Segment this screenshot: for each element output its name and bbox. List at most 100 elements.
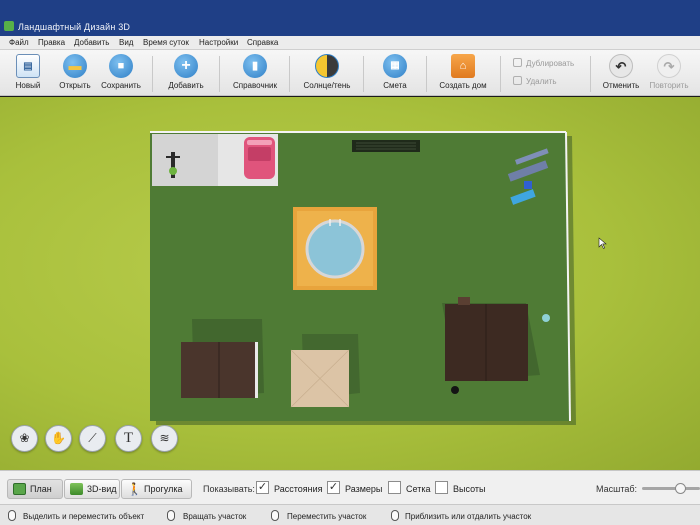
ruler-icon: ⟋ [88,431,97,445]
tab-3d-view[interactable]: 3D-вид [64,479,120,499]
mouse-right-icon [167,510,175,521]
open-button[interactable]: ▬ Открыть [56,54,94,94]
main-toolbar: ▤ Новый ▬ Открыть ■ Сохранить + Добавить… [0,50,700,96]
toolbar-separator [289,56,290,92]
plan-canvas[interactable]: ❀ ✋ ⟋ T ≋ [0,97,700,470]
chimney [458,297,470,305]
redo-icon: ↷ [657,54,681,78]
menu-settings[interactable]: Настройки [199,38,238,47]
bottom-bar: План 3D-вид 🚶 Прогулка Показывать: ✓ Рас… [0,470,700,504]
menu-bar: Файл Правка Добавить Вид Время суток Нас… [0,36,700,50]
document-icon: ▤ [16,54,40,78]
estimate-button-label: Смета [383,81,407,90]
objects-tool-button[interactable]: ❀ [11,425,38,452]
birdbath[interactable] [542,314,550,322]
menu-add[interactable]: Добавить [74,38,109,47]
undo-icon: ↶ [609,54,633,78]
bench-object[interactable] [352,140,420,152]
zoom-slider-track[interactable] [642,487,700,490]
ruler-tool-button[interactable]: ⟋ [79,425,106,452]
trash-icon [513,76,522,85]
status-bar: Выделить и переместить объект Вращать уч… [0,504,700,525]
plan-icon [13,483,26,495]
add-button-label: Добавить [168,81,204,90]
duplicate-button[interactable]: Дублировать [513,58,574,68]
new-button-label: Новый [15,81,41,90]
text-tool-button[interactable]: T [115,425,142,452]
shed-left-edge [255,342,258,398]
undo-button-label: Отменить [602,81,640,90]
hand-tool-button[interactable]: ✋ [45,425,72,452]
status-zoom: Приблизить или отдалить участок [405,512,532,521]
undo-button[interactable]: ↶ Отменить [600,54,642,94]
estimate-button[interactable]: ▦ Смета [378,54,412,94]
plus-icon: + [174,54,198,78]
grid-checkbox[interactable] [388,481,401,494]
mouse-cursor [598,237,607,249]
pool[interactable] [305,219,365,279]
dimensions-label: Размеры [345,484,383,494]
status-rotate: Вращать участок [183,512,247,521]
toolbar-separator [219,56,220,92]
duplicate-label: Дублировать [526,59,575,68]
toolbar-separator [363,56,364,92]
sun-shadow-button[interactable]: Солнце/тень [299,54,355,94]
calculator-icon: ▦ [383,54,407,78]
toolbar-separator [152,56,153,92]
sun-shadow-button-label: Солнце/тень [303,81,351,90]
walking-person-icon: 🚶 [127,482,142,496]
menu-view[interactable]: Вид [119,38,133,47]
mouse-middle-icon [271,510,279,521]
tab-walk[interactable]: 🚶 Прогулка [121,479,192,499]
tab-plan[interactable]: План [7,479,63,499]
menu-help[interactable]: Справка [247,38,278,47]
car-object[interactable] [244,137,275,179]
zoom-label: Масштаб: [596,484,638,494]
terrain-icon: ≋ [159,431,170,445]
tab-plan-label: План [30,484,52,494]
layers-icon: ❀ [19,431,30,445]
window-titlebar: Ландшафтный Дизайн 3D [0,0,700,36]
window-title: Ландшафтный Дизайн 3D [18,22,131,32]
tab-3d-view-label: 3D-вид [87,484,117,494]
new-button[interactable]: ▤ Новый [10,54,46,94]
delete-label: Удалить [526,77,557,86]
book-icon: ▮ [243,54,267,78]
mouse-left-icon [8,510,16,521]
dimensions-checkbox[interactable]: ✓ [327,481,340,494]
save-button[interactable]: ■ Сохранить [100,54,142,94]
reference-button[interactable]: ▮ Справочник [230,54,280,94]
distances-checkbox[interactable]: ✓ [256,481,269,494]
menu-edit[interactable]: Правка [38,38,65,47]
terrain-tool-button[interactable]: ≋ [151,425,178,452]
zoom-slider-handle[interactable] [675,483,686,494]
open-button-label: Открыть [59,81,91,90]
redo-button[interactable]: ↷ Повторить [646,54,692,94]
text-icon: T [123,430,134,446]
sun-moon-icon [315,54,339,78]
toolbar-separator [590,56,591,92]
app-icon [4,21,14,31]
delete-button[interactable]: Удалить [513,76,557,86]
menu-file[interactable]: Файл [9,38,29,47]
add-button[interactable]: + Добавить [166,54,206,94]
grass-3d-icon [70,483,83,495]
distances-label: Расстояния [274,484,323,494]
toolbar-separator [500,56,501,92]
create-house-button[interactable]: ⌂ Создать дом [436,54,490,94]
folder-icon: ▬ [63,54,87,78]
mouse-wheel-icon [391,510,399,521]
status-move: Переместить участок [287,512,367,521]
hand-icon: ✋ [51,431,66,445]
lamp-post[interactable] [451,386,459,394]
menu-time-of-day[interactable]: Время суток [143,38,189,47]
house-icon: ⌂ [451,54,475,78]
floppy-icon: ■ [109,54,133,78]
save-button-label: Сохранить [101,81,141,90]
duplicate-icon [513,58,522,67]
create-house-button-label: Создать дом [439,81,487,90]
heights-checkbox[interactable] [435,481,448,494]
redo-button-label: Повторить [649,81,689,90]
status-select-move: Выделить и переместить объект [23,512,145,521]
plan-drawing [150,131,607,425]
